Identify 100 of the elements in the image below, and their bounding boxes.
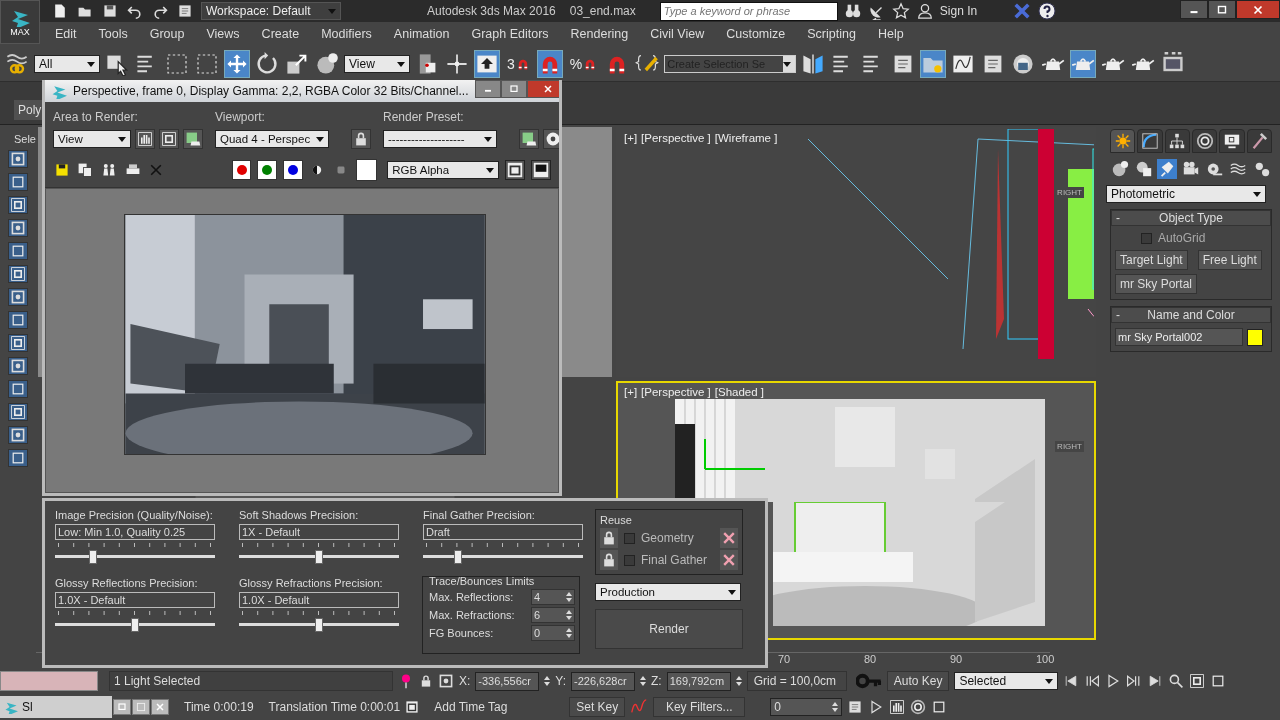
menu-item[interactable]: Tools <box>87 27 139 41</box>
save-icon[interactable] <box>53 162 70 178</box>
slider-thumb[interactable] <box>89 550 98 564</box>
view-cube-label[interactable]: RIGHT <box>1055 441 1084 452</box>
render-button[interactable]: Render <box>595 609 743 649</box>
object-button[interactable]: mr Sky Portal <box>1115 274 1197 294</box>
frame-icon[interactable] <box>1189 673 1206 689</box>
orbit-icon[interactable] <box>910 699 927 715</box>
people-icon[interactable] <box>101 162 117 178</box>
copy-icon[interactable] <box>77 162 94 178</box>
spinner-arrows-icon[interactable] <box>735 674 742 688</box>
toolbar-button[interactable] <box>474 49 500 78</box>
toolbar-dropdown[interactable]: All <box>34 54 100 73</box>
channel-toggle[interactable] <box>282 160 303 180</box>
close-icon[interactable] <box>541 83 554 95</box>
checkbox[interactable] <box>1141 232 1152 244</box>
command-panel-tab[interactable] <box>1219 129 1245 153</box>
snap-toggle[interactable]: 3 <box>504 49 533 78</box>
rollout-header[interactable]: - Name and Color <box>1111 307 1271 323</box>
star-icon[interactable] <box>891 2 910 20</box>
binoculars-icon[interactable] <box>843 2 862 20</box>
slider-thumb[interactable] <box>315 550 323 564</box>
viewport-dropdown[interactable]: Quad 4 - Perspec <box>215 130 329 148</box>
workspace-dropdown[interactable]: Workspace: Default <box>201 2 341 20</box>
pan-hand-icon[interactable] <box>889 699 906 715</box>
command-panel-tab[interactable] <box>1164 129 1190 153</box>
square-tool-icon[interactable] <box>10 404 26 420</box>
taskbar-item[interactable]: Sl <box>0 696 112 718</box>
lock-icon[interactable] <box>601 552 617 568</box>
number-spinner[interactable]: 4 <box>531 589 575 605</box>
category-button[interactable] <box>1157 159 1178 179</box>
auto-key-button[interactable]: Auto Key <box>886 671 950 691</box>
checkbox[interactable] <box>624 532 635 544</box>
lock-icon[interactable] <box>601 530 617 546</box>
menu-item[interactable]: Customize <box>715 27 797 41</box>
toolbar-button[interactable] <box>224 49 250 78</box>
slider-thumb[interactable] <box>315 618 323 632</box>
viewport-view-label[interactable]: [Perspective ] <box>641 132 711 144</box>
channel-toggle[interactable] <box>231 160 252 180</box>
square-tool-icon[interactable] <box>10 174 26 190</box>
menu-item[interactable]: Rendering <box>559 27 640 41</box>
app-menu-button[interactable]: MAX <box>0 0 40 44</box>
transform-mode-icon[interactable] <box>438 673 454 689</box>
square-tool-icon[interactable] <box>10 266 26 282</box>
script-listener-field[interactable] <box>0 671 98 691</box>
slider-thumb[interactable] <box>454 550 463 564</box>
viewport-shading-label[interactable]: [Shaded ] <box>714 386 764 398</box>
zoom-icon[interactable] <box>1168 673 1185 689</box>
command-panel-tab[interactable] <box>1192 129 1218 153</box>
time-tag-icon[interactable] <box>405 700 420 714</box>
viewport-shading-label[interactable]: [Wireframe ] <box>714 132 778 144</box>
viewport-menu[interactable]: [+] <box>624 132 638 144</box>
menu-item[interactable]: Animation <box>382 27 461 41</box>
time-config-icon[interactable] <box>847 699 864 715</box>
number-spinner[interactable]: 0 <box>531 625 575 641</box>
set-key-button[interactable]: Set Key <box>569 697 626 717</box>
square-tool-icon[interactable] <box>10 151 26 167</box>
hand-icon[interactable] <box>137 131 153 147</box>
square-tool-icon[interactable] <box>10 197 26 213</box>
command-panel-tab[interactable] <box>1246 129 1272 153</box>
menu-item[interactable]: Edit <box>44 27 88 41</box>
menu-item[interactable]: Modifiers <box>310 27 383 41</box>
spinner-arrows-icon[interactable] <box>544 674 551 688</box>
snap-toggle[interactable]: % <box>566 49 601 78</box>
square-tool-icon[interactable] <box>10 450 26 466</box>
lock-icon[interactable] <box>419 674 433 688</box>
project-folder-icon[interactable] <box>177 3 193 19</box>
square-tool-icon[interactable] <box>10 381 26 397</box>
view-cube-label[interactable]: RIGHT <box>1055 187 1084 198</box>
toolbar-button[interactable] <box>920 49 947 78</box>
lock-icon[interactable] <box>353 131 369 147</box>
square-tool-icon[interactable] <box>10 220 26 236</box>
menu-item[interactable]: Graph Editors <box>460 27 560 41</box>
color-swatch[interactable] <box>1247 328 1263 346</box>
checkbox[interactable] <box>624 554 635 566</box>
display-channel-dropdown[interactable]: RGB Alpha <box>387 161 499 179</box>
sign-in-link[interactable]: Sign In <box>939 4 978 18</box>
frame-spinner[interactable]: 0 <box>770 698 843 716</box>
coordinate-field[interactable]: 169,792cm <box>666 671 731 691</box>
render-mode-dropdown[interactable]: Production <box>595 583 741 601</box>
slider-thumb[interactable] <box>131 618 139 632</box>
menu-item[interactable]: Group <box>138 27 196 41</box>
object-button[interactable]: Free Light <box>1197 250 1262 270</box>
previous-frame-icon[interactable] <box>1084 673 1101 689</box>
toolbar-dropdown[interactable]: View <box>344 54 410 73</box>
search-field[interactable]: Type a keyword or phrase <box>659 1 838 21</box>
square-tool-icon[interactable] <box>10 243 26 259</box>
object-button[interactable]: Target Light <box>1115 250 1188 270</box>
square-tool-icon[interactable] <box>10 427 26 443</box>
menu-item[interactable]: Create <box>250 27 311 41</box>
area-to-render-dropdown[interactable]: View <box>53 130 131 148</box>
rollout-header[interactable]: - Object Type <box>1111 210 1271 226</box>
add-time-tag[interactable]: Add Time Tag <box>434 700 565 714</box>
user-icon[interactable] <box>915 2 934 20</box>
key-filters-button[interactable]: Key Filters... <box>653 697 746 717</box>
render-preset-dropdown[interactable]: -------------------- <box>383 130 497 148</box>
number-spinner[interactable]: 6 <box>531 607 575 623</box>
help-icon[interactable] <box>1037 1 1058 21</box>
menu-item[interactable]: Scripting <box>796 27 867 41</box>
viewport-menu[interactable]: [+] <box>624 386 638 398</box>
